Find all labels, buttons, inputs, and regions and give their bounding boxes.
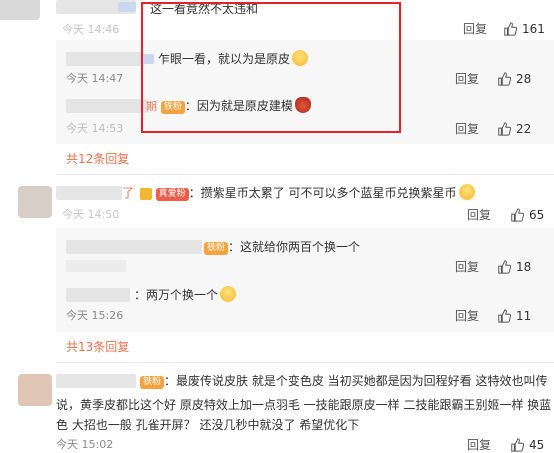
- reply-button[interactable]: 回复: [455, 120, 479, 138]
- like-count: 28: [516, 72, 532, 86]
- avatar[interactable]: [18, 374, 52, 406]
- reply-button[interactable]: 回复: [455, 70, 479, 88]
- comment-text: 攒紫星币太累了 可不可以多个蓝星币兑换紫星币: [200, 186, 457, 200]
- thumbs-up-icon: [504, 22, 517, 36]
- avatar[interactable]: [0, 0, 40, 20]
- reply-time-blurred: [66, 260, 126, 272]
- heart-emoji-icon: [139, 188, 152, 200]
- comment-text-line: 说，黄季皮都比这个好 原皮特效上加一点羽毛 一技能跟原皮一样 二技能跟霸王别姬一…: [56, 398, 552, 412]
- like-button[interactable]: 65: [510, 206, 544, 224]
- thumbs-up-icon: [498, 309, 511, 323]
- comment-time: 今天 14:46: [62, 23, 120, 36]
- more-replies-link[interactable]: 共13条回复: [66, 338, 129, 356]
- divider: [56, 174, 554, 175]
- fan-badge: 铁粉: [204, 242, 229, 255]
- like-button[interactable]: 161: [503, 20, 545, 38]
- like-button[interactable]: 18: [497, 258, 531, 276]
- thumbs-up-icon: [498, 72, 511, 86]
- highlight-box: [141, 2, 401, 133]
- comment-header: 了 真爱粉 ：攒紫星币太累了 可不可以多个蓝星币兑换紫星币: [122, 184, 475, 202]
- thumbs-up-icon: [498, 122, 511, 136]
- thumbs-up-icon: [511, 208, 524, 222]
- username[interactable]: [56, 186, 122, 200]
- more-replies-link[interactable]: 共12条回复: [66, 150, 129, 168]
- reply-username[interactable]: [66, 52, 144, 66]
- like-button[interactable]: 11: [497, 307, 531, 325]
- thumbs-up-icon: [511, 438, 524, 452]
- reply-username[interactable]: [66, 240, 202, 254]
- like-count: 22: [516, 122, 532, 136]
- comment-text-line: 色 大招也一般 孔雀开屏？ 还没几秒中就没了 希望优化下: [56, 418, 360, 432]
- grin-emoji-icon: [220, 286, 237, 302]
- avatar[interactable]: [18, 186, 52, 218]
- fan-badge: 真爱粉: [155, 188, 189, 201]
- like-button[interactable]: 22: [497, 120, 531, 138]
- reply-text: ：两万个换一个: [134, 286, 237, 304]
- reply-button[interactable]: 回复: [467, 436, 491, 453]
- sad-emoji-icon: [458, 184, 475, 200]
- comment-time: 今天 15:02: [56, 438, 114, 451]
- thumbs-up-icon: [498, 260, 511, 274]
- user-badge-icon: [118, 2, 136, 12]
- reply-username[interactable]: [66, 99, 148, 113]
- reply-text: 铁粉 ：这就给你两百个换一个: [204, 238, 360, 256]
- like-count: 45: [529, 438, 545, 452]
- reply-button[interactable]: 回复: [455, 307, 479, 325]
- fan-badge: 铁粉: [140, 376, 165, 389]
- comment-time: 今天 14:50: [62, 208, 120, 221]
- reply-button[interactable]: 回复: [455, 258, 479, 276]
- like-count: 161: [522, 22, 545, 36]
- reply-time: 今天 14:47: [66, 72, 124, 85]
- comment-text: 铁粉 ：最废传说皮肤 就是个变色皮 当初买她都是因为回程好看 这特效也叫传: [140, 372, 547, 390]
- like-count: 18: [516, 260, 532, 274]
- username[interactable]: [56, 374, 136, 388]
- reply-username[interactable]: [66, 288, 130, 302]
- reply-button[interactable]: 回复: [463, 20, 487, 38]
- reply-time: 今天 14:53: [66, 122, 124, 135]
- like-button[interactable]: 45: [510, 436, 544, 453]
- reply-time: 今天 15:26: [66, 309, 124, 322]
- divider: [56, 362, 554, 363]
- like-count: 65: [529, 208, 545, 222]
- like-button[interactable]: 28: [497, 70, 531, 88]
- reply-button[interactable]: 回复: [467, 206, 491, 224]
- like-count: 11: [516, 309, 532, 323]
